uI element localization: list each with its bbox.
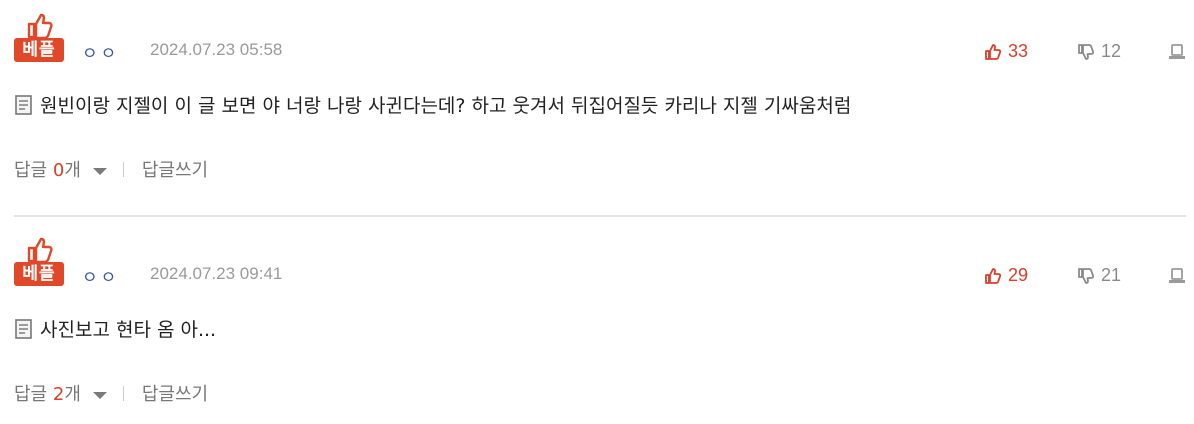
separator [122, 161, 124, 177]
thumbs-down-icon [1078, 267, 1095, 284]
write-reply-button[interactable]: 답글쓰기 [142, 156, 208, 182]
report-icon[interactable] [1167, 266, 1187, 286]
caret-down-icon[interactable] [92, 391, 107, 399]
thumbs-up-icon [985, 43, 1002, 60]
comment-divider [14, 215, 1186, 217]
upvote-count: 29 [1008, 265, 1029, 285]
upvote-button[interactable]: 29 [984, 265, 1028, 286]
reply-unit: 개 [64, 384, 81, 405]
report-icon[interactable] [1167, 42, 1187, 62]
comment-body: 원빈이랑 지젤이 이 글 보면 야 너랑 나랑 사귄다는데? 하고 웃겨서 뒤집… [14, 91, 851, 118]
thumbs-down-icon [1078, 43, 1095, 60]
reply-bar: 답글 2개 답글쓰기 [14, 380, 208, 406]
reply-count: 2 [52, 384, 65, 405]
comment-date: 2024.07.23 09:41 [150, 264, 283, 283]
document-icon [15, 94, 32, 115]
thumbs-up-icon [27, 13, 53, 40]
downvote-button[interactable]: 21 [1077, 265, 1121, 286]
comment-text: 사진보고 현타 옴 아... [40, 319, 217, 341]
thumbs-up-icon [985, 267, 1002, 284]
comment-nickname[interactable]: ㅇㅇ [82, 263, 119, 288]
reply-count: 0 [52, 160, 65, 181]
best-badge-label: 베플 [14, 38, 64, 62]
reply-bar: 답글 0개 답글쓰기 [14, 156, 208, 182]
caret-down-icon[interactable] [92, 167, 107, 175]
reply-label: 답글 [14, 384, 48, 405]
separator [122, 385, 124, 401]
downvote-count: 21 [1101, 265, 1122, 285]
reply-unit: 개 [64, 160, 81, 181]
write-reply-button[interactable]: 답글쓰기 [142, 380, 208, 406]
comment-body: 사진보고 현타 옴 아... [14, 315, 216, 342]
upvote-button[interactable]: 33 [984, 41, 1028, 62]
comment-text: 원빈이랑 지젤이 이 글 보면 야 너랑 나랑 사귄다는데? 하고 웃겨서 뒤집… [40, 95, 852, 117]
thumbs-up-icon [27, 237, 53, 264]
upvote-count: 33 [1008, 41, 1029, 61]
comment-date: 2024.07.23 05:58 [150, 40, 283, 59]
downvote-button[interactable]: 12 [1077, 41, 1121, 62]
downvote-count: 12 [1101, 41, 1122, 61]
reply-label: 답글 [14, 160, 48, 181]
best-badge-label: 베플 [14, 262, 64, 286]
best-comment-badge: 베플 [14, 236, 66, 288]
reply-toggle[interactable]: 답글 0개 [14, 156, 81, 182]
document-icon [15, 318, 32, 339]
reply-toggle[interactable]: 답글 2개 [14, 380, 81, 406]
comment-nickname[interactable]: ㅇㅇ [82, 39, 119, 64]
best-comment-badge: 베플 [14, 12, 66, 64]
